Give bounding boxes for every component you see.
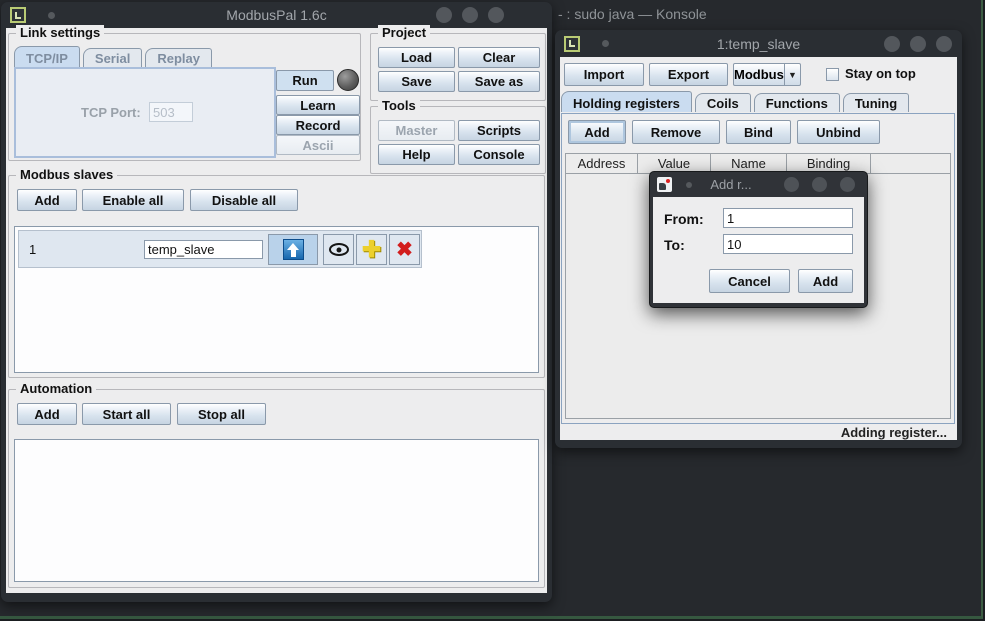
tab-tcpip[interactable]: TCP/IP bbox=[14, 46, 80, 67]
status-message: Adding register... bbox=[841, 425, 947, 440]
enabled-arrow-icon bbox=[283, 239, 304, 260]
automation-group: Automation Add Start all Stop all bbox=[8, 389, 545, 588]
modbus-slaves-title: Modbus slaves bbox=[16, 167, 117, 182]
maximize-button[interactable] bbox=[910, 36, 926, 52]
delete-x-icon: ✖ bbox=[396, 240, 413, 260]
run-status-led bbox=[337, 69, 359, 91]
slave-delete-button[interactable]: ✖ bbox=[389, 234, 420, 265]
project-group: Project Load Clear Save Save as bbox=[370, 33, 546, 101]
load-button[interactable]: Load bbox=[378, 47, 455, 68]
minimize-button[interactable] bbox=[884, 36, 900, 52]
tools-title: Tools bbox=[378, 98, 420, 113]
add-registers-dialog: Add r... From: To: Cancel Add bbox=[649, 171, 868, 308]
slave-row: 1 ✚ ✖ bbox=[18, 230, 422, 268]
link-tabs: TCP/IP Serial Replay bbox=[14, 46, 215, 67]
from-field[interactable] bbox=[723, 208, 853, 228]
maximize-button[interactable] bbox=[462, 7, 478, 23]
dialog-cancel-button[interactable]: Cancel bbox=[709, 269, 790, 293]
automation-title: Automation bbox=[16, 381, 96, 396]
run-button[interactable]: Run bbox=[276, 70, 334, 91]
link-settings-title: Link settings bbox=[16, 25, 104, 40]
close-button[interactable] bbox=[488, 7, 504, 23]
header-filler bbox=[871, 154, 950, 173]
mode-combobox[interactable]: Modbus ▼ bbox=[733, 63, 801, 86]
export-button[interactable]: Export bbox=[649, 63, 728, 86]
register-remove-button[interactable]: Remove bbox=[632, 120, 720, 144]
tab-replay[interactable]: Replay bbox=[145, 48, 212, 67]
start-all-button[interactable]: Start all bbox=[82, 403, 171, 425]
dialog-titlebar: Add r... bbox=[650, 172, 867, 197]
tab-serial[interactable]: Serial bbox=[83, 48, 142, 67]
register-bind-button[interactable]: Bind bbox=[726, 120, 791, 144]
dialog-body: From: To: Cancel Add bbox=[653, 197, 864, 303]
register-tabs: Holding registers Coils Functions Tuning bbox=[561, 91, 912, 112]
eye-icon bbox=[329, 243, 349, 256]
slave-name-field[interactable] bbox=[144, 240, 263, 259]
close-button[interactable] bbox=[840, 177, 855, 192]
tcp-port-field bbox=[149, 102, 193, 122]
dialog-add-button[interactable]: Add bbox=[798, 269, 853, 293]
java-duke-icon bbox=[657, 177, 672, 192]
modbus-slaves-group: Modbus slaves Add Enable all Disable all… bbox=[8, 175, 545, 378]
tab-tuning[interactable]: Tuning bbox=[843, 93, 909, 112]
enable-all-button[interactable]: Enable all bbox=[82, 189, 184, 211]
stay-on-top-checkbox[interactable] bbox=[826, 68, 839, 81]
slave-duplicate-button[interactable]: ✚ bbox=[356, 234, 387, 265]
tab-functions[interactable]: Functions bbox=[754, 93, 840, 112]
save-button[interactable]: Save bbox=[378, 71, 455, 92]
close-button[interactable] bbox=[936, 36, 952, 52]
java-app-icon bbox=[564, 36, 580, 52]
slave-add-button[interactable]: Add bbox=[17, 189, 77, 211]
clear-button[interactable]: Clear bbox=[458, 47, 540, 68]
slave-id: 1 bbox=[29, 242, 36, 257]
to-label: To: bbox=[664, 237, 685, 253]
chevron-down-icon: ▼ bbox=[784, 64, 800, 85]
console-button[interactable]: Console bbox=[458, 144, 540, 165]
save-as-button[interactable]: Save as bbox=[458, 71, 540, 92]
tcpip-panel: TCP Port: bbox=[14, 67, 276, 158]
project-title: Project bbox=[378, 25, 430, 40]
automation-list bbox=[14, 439, 539, 582]
learn-button[interactable]: Learn bbox=[276, 95, 360, 115]
header-address: Address bbox=[566, 154, 638, 173]
slave-editor-titlebar: 1:temp_slave bbox=[555, 30, 962, 57]
titlebar-dot-icon bbox=[686, 182, 692, 188]
ascii-button: Ascii bbox=[276, 135, 360, 155]
plus-icon: ✚ bbox=[362, 238, 381, 261]
register-unbind-button[interactable]: Unbind bbox=[797, 120, 880, 144]
disable-all-button[interactable]: Disable all bbox=[190, 189, 298, 211]
help-button[interactable]: Help bbox=[378, 144, 455, 165]
minimize-button[interactable] bbox=[784, 177, 799, 192]
to-field[interactable] bbox=[723, 234, 853, 254]
tab-holding-registers[interactable]: Holding registers bbox=[561, 91, 692, 112]
link-settings-group: Link settings TCP/IP Serial Replay TCP P… bbox=[8, 33, 361, 161]
automation-add-button[interactable]: Add bbox=[17, 403, 77, 425]
scripts-button[interactable]: Scripts bbox=[458, 120, 540, 141]
tcp-port-label: TCP Port: bbox=[81, 105, 141, 120]
master-button: Master bbox=[378, 120, 455, 141]
titlebar-dot-icon bbox=[602, 40, 609, 47]
register-add-button[interactable]: Add bbox=[568, 120, 626, 144]
record-button[interactable]: Record bbox=[276, 115, 360, 135]
mode-combobox-value: Modbus bbox=[734, 64, 784, 85]
maximize-button[interactable] bbox=[812, 177, 827, 192]
konsole-window-title: - : sudo java — Konsole bbox=[558, 6, 707, 22]
slave-enable-toggle[interactable] bbox=[268, 234, 318, 265]
stop-all-button[interactable]: Stop all bbox=[177, 403, 266, 425]
java-app-icon bbox=[10, 7, 26, 23]
import-button[interactable]: Import bbox=[564, 63, 644, 86]
modbuspal-window: ModbusPal 1.6c Link settings TCP/IP Seri… bbox=[1, 2, 552, 602]
tools-group: Tools Master Scripts Help Console bbox=[370, 106, 546, 174]
from-label: From: bbox=[664, 211, 704, 227]
minimize-button[interactable] bbox=[436, 7, 452, 23]
tab-coils[interactable]: Coils bbox=[695, 93, 751, 112]
slave-view-button[interactable] bbox=[323, 234, 354, 265]
stay-on-top-label: Stay on top bbox=[845, 66, 916, 81]
modbuspal-body: Link settings TCP/IP Serial Replay TCP P… bbox=[6, 28, 547, 593]
slave-list: 1 ✚ ✖ bbox=[14, 226, 539, 373]
titlebar-dot-icon bbox=[48, 12, 55, 19]
